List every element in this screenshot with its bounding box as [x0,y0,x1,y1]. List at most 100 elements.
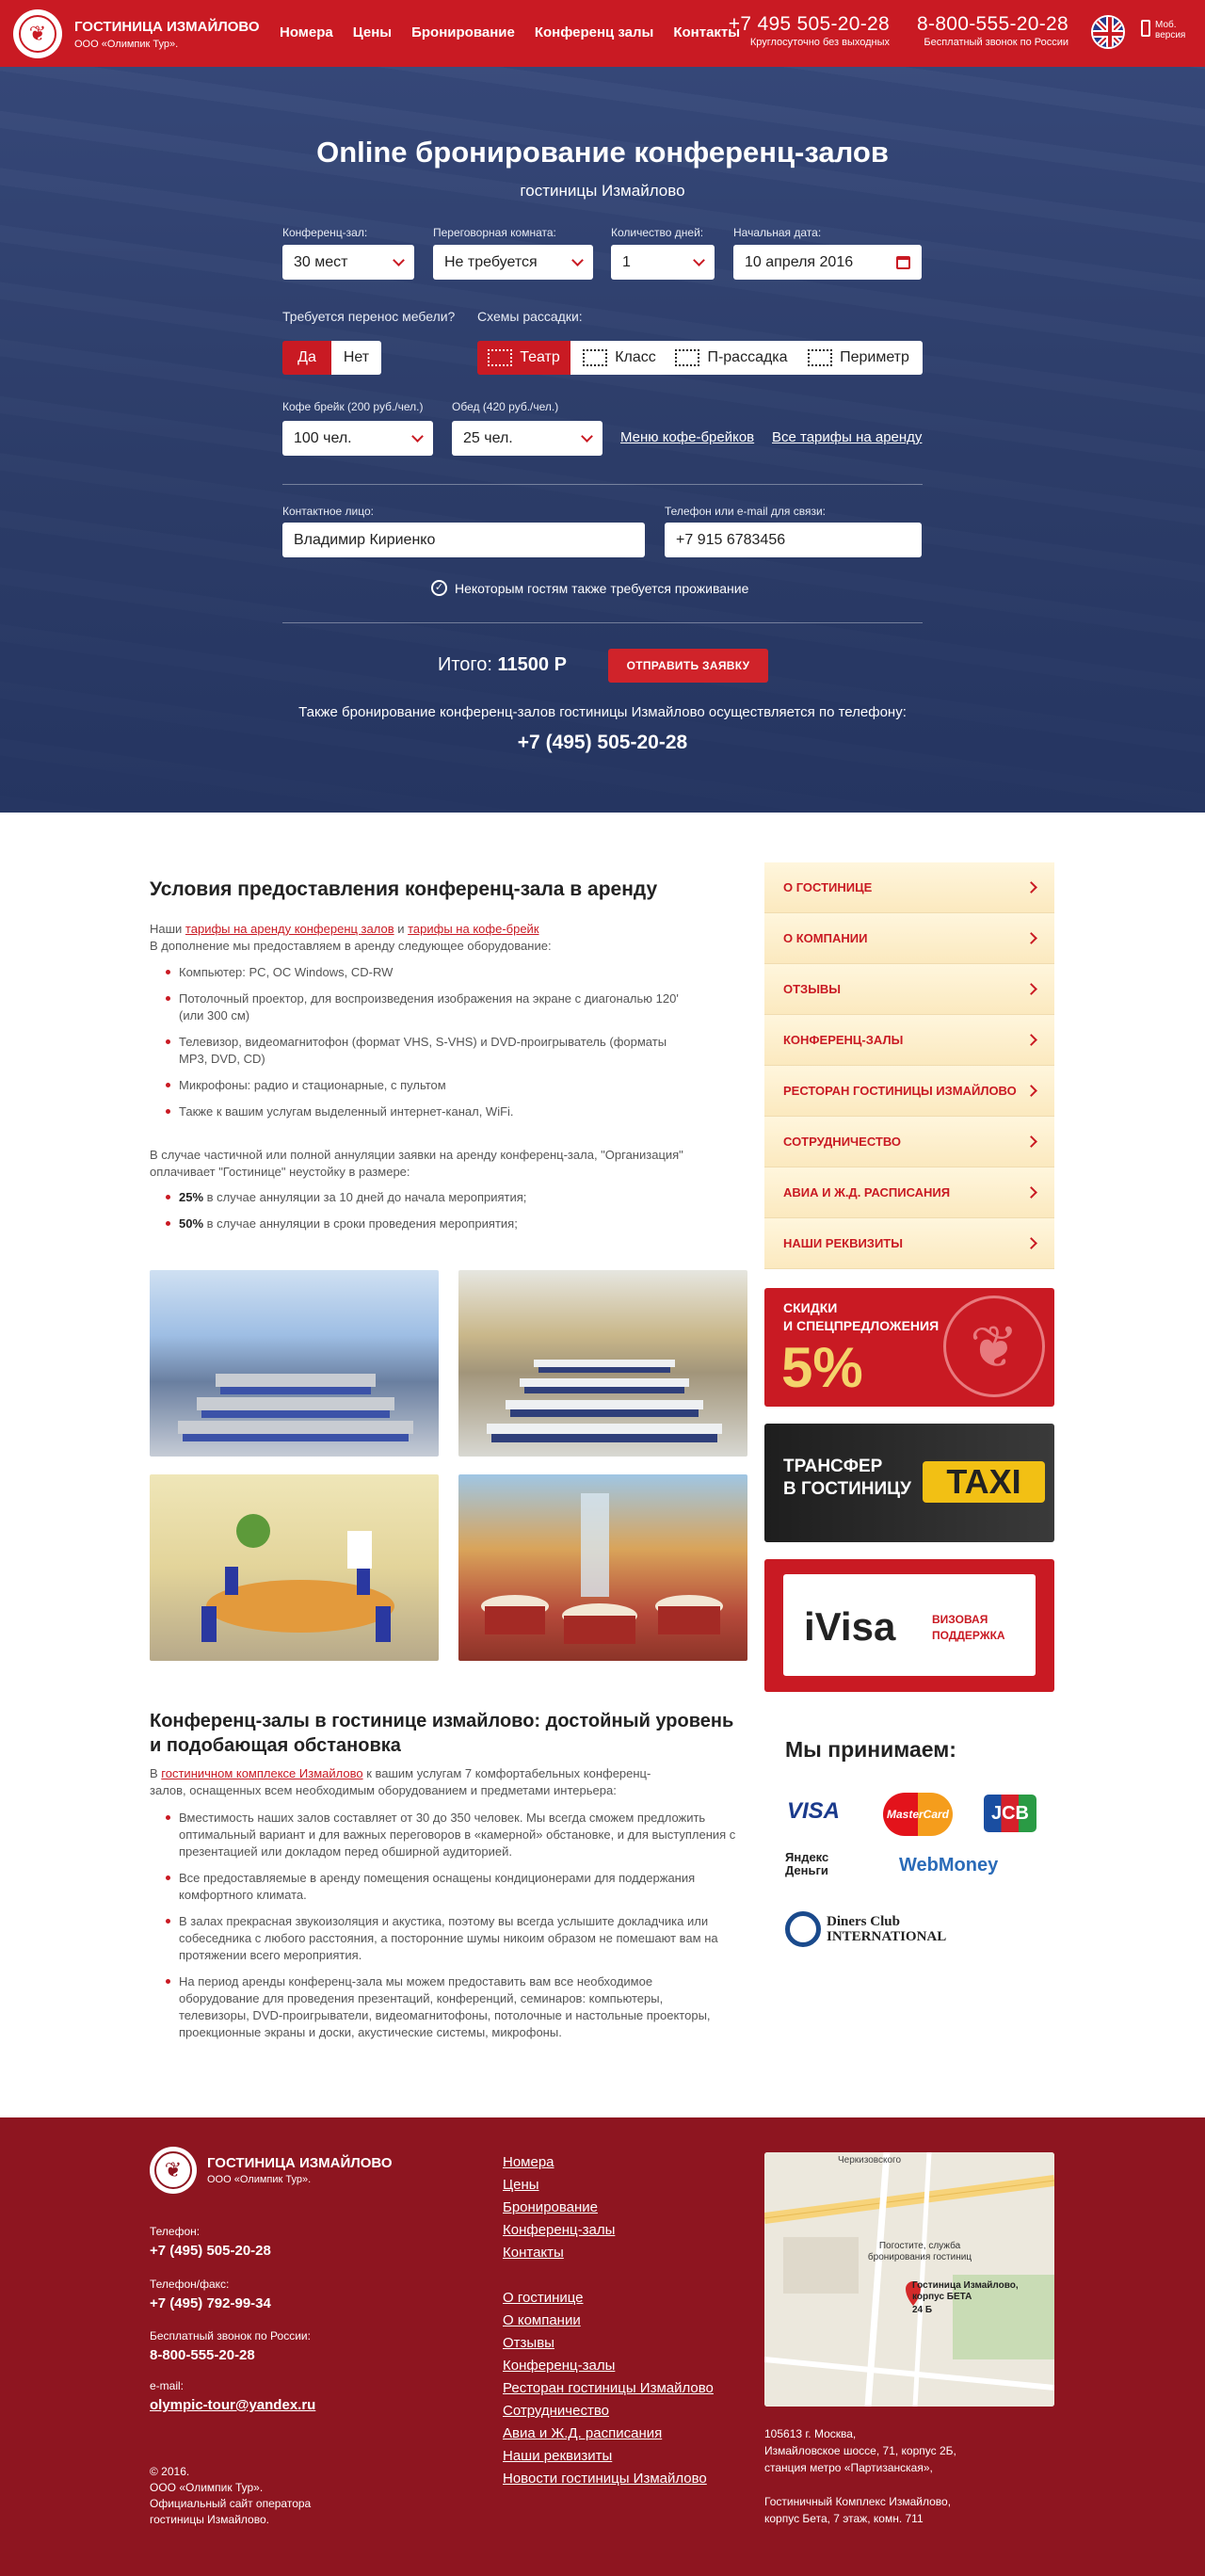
tariffs-rent-link[interactable]: тарифы на аренду конференц залов [185,922,394,936]
footer-link[interactable]: О компании [503,2310,714,2332]
sidebar-item-reviews[interactable]: ОТЗЫВЫ [764,964,1054,1015]
scheme-perimeter[interactable]: Периметр [795,341,923,375]
map-pin-number: 24 Б [912,2305,933,2315]
footer-link[interactable]: Наши реквизиты [503,2445,714,2468]
footer-link[interactable]: Отзывы [503,2332,714,2355]
free-value[interactable]: 8-800-555-20-28 [150,2347,255,2363]
coffee-select[interactable]: 100 чел. [282,421,433,456]
eagle-icon: ❦ [19,15,56,53]
photo-restaurant[interactable] [458,1474,747,1661]
coffee-menu-link[interactable]: Меню кофе-брейков [620,429,754,445]
discount-banner[interactable]: СКИДКИ И СПЕЦПРЕДЛОЖЕНИЯ 5% ❦ [764,1288,1054,1407]
free-label: Бесплатный звонок по России: [150,2329,311,2343]
footer-link[interactable]: Сотрудничество [503,2400,714,2423]
tariffs-coffee-link[interactable]: тарифы на кофе-брейк [408,922,538,936]
visa-logo: VISA [787,1798,841,1824]
transfer-banner[interactable]: ТРАНСФЕР В ГОСТИНИЦУ TAXI [764,1424,1054,1542]
payment-title: Мы принимаем: [785,1737,956,1762]
sidebar-item-schedules[interactable]: АВИА И Ж.Д. РАСПИСАНИЯ [764,1167,1054,1218]
scheme-u-shape[interactable]: П-рассадка [668,341,795,375]
hall-label: Конференц-зал: [282,226,368,239]
location-map[interactable]: Черкизовского Погостите, служба брониров… [764,2152,1054,2407]
tel-value[interactable]: +7 (495) 505-20-28 [150,2243,271,2259]
list-item: В залах прекрасная звукоизоляция и акуст… [162,1913,736,1964]
furniture-yes[interactable]: Да [282,341,331,375]
footer-logo[interactable]: ❦ [150,2147,197,2194]
list-item: 50% в случае аннуляции в сроки проведени… [162,1216,689,1232]
nav-rooms[interactable]: Номера [280,24,333,40]
phone-free[interactable]: 8-800-555-20-28 Бесплатный звонок по Росс… [904,13,1068,48]
furniture-no[interactable]: Нет [331,341,381,375]
conditions-intro: Наши тарифы на аренду конференц залов и … [150,922,552,953]
brand-subtitle: ООО «Олимпик Тур». [74,39,179,50]
map-label: Погостите, служба бронирования гостиниц [867,2241,972,2262]
phone-moscow[interactable]: +7 495 505-20-28 Круглосуточно без выходн… [725,13,890,48]
list-item: Микрофоны: радио и стационарные, с пульт… [162,1077,689,1094]
all-tariffs-link[interactable]: Все тарифы на аренду [772,429,922,445]
furniture-label: Требуется перенос мебели? [282,309,456,324]
room-select[interactable]: Не требуется [433,245,593,280]
phone-icon [1141,20,1150,37]
booking-form: Online бронирование конференц-залов гост… [0,67,1205,813]
date-input[interactable]: 10 апреля 2016 [733,245,922,280]
halls-title: Конференц-залы в гостинице измайлово: до… [150,1711,734,1756]
uk-flag-icon[interactable] [1091,15,1125,49]
fax-value[interactable]: +7 (495) 792-99-34 [150,2295,271,2311]
furniture-toggle: Да Нет [282,341,381,375]
footer-link[interactable]: Авиа и Ж.Д. расписания [503,2423,714,2445]
list-item: Вместимость наших залов составляет от 30… [162,1810,736,1860]
footer-link[interactable]: Конференц-залы [503,2355,714,2377]
logo[interactable]: ❦ [13,9,62,58]
nav-prices[interactable]: Цены [353,24,392,40]
sidebar-item-hotel[interactable]: О ГОСТИНИЦЕ [764,862,1054,913]
list-item: Все предоставляемые в аренду помещения о… [162,1870,736,1904]
footer-link[interactable]: Конференц-залы [503,2219,615,2242]
footer-link[interactable]: Бронирование [503,2197,615,2219]
mastercard-logo: MasterCard [883,1793,953,1836]
sidebar-item-conference[interactable]: КОНФЕРЕНЦ-ЗАЛЫ [764,1015,1054,1066]
eagle-icon: ❦ [943,1296,1045,1397]
photo-hall-2[interactable] [458,1270,747,1457]
photo-hall-3[interactable] [150,1474,439,1661]
nav-booking[interactable]: Бронирование [411,24,515,40]
map-pin-label: Гостиница Измайлово, корпус БЕТА [912,2280,1019,2302]
footer-link[interactable]: Контакты [503,2242,615,2264]
total: Итого: 11500 Р [438,654,567,675]
sidebar-item-company[interactable]: О КОМПАНИИ [764,913,1054,964]
phone-input[interactable]: +7 915 6783456 [665,523,922,557]
seating-schemes: Театр Класс П-рассадка Периметр [477,341,923,375]
penalty-list: 25% в случае аннуляции за 10 дней до нач… [162,1189,689,1232]
sidebar-item-cooperation[interactable]: СОТРУДНИЧЕСТВО [764,1117,1054,1167]
accommodation-checkbox[interactable]: ✓ Некоторым гостям также требуется прожи… [431,580,748,596]
contact-input[interactable]: Владимир Кириенко [282,523,645,557]
list-item: Потолочный проектор, для воспроизведения… [162,990,689,1024]
scheme-class[interactable]: Класс [570,341,668,375]
footer-link[interactable]: Новости гостиницы Измайлово [503,2468,714,2490]
footer-link[interactable]: Ресторан гостиницы Измайлово [503,2377,714,2400]
nav-conference[interactable]: Конференц залы [535,24,654,40]
sidebar-item-restaurant[interactable]: РЕСТОРАН ГОСТИНИЦЫ ИЗМАЙЛОВО [764,1066,1054,1117]
list-item: Телевизор, видеомагнитофон (формат VHS, … [162,1034,689,1068]
calendar-icon [896,255,910,269]
footer-link[interactable]: Номера [503,2151,615,2174]
hall-select[interactable]: 30 мест [282,245,414,280]
sidebar-menu: О ГОСТИНИЦЕ О КОМПАНИИ ОТЗЫВЫ КОНФЕРЕНЦ-… [764,862,1054,1269]
days-select[interactable]: 1 [611,245,715,280]
photo-hall-1[interactable] [150,1270,439,1457]
complex-link[interactable]: гостиничном комплексе Измайлово [161,1766,362,1780]
sidebar-item-requisites[interactable]: НАШИ РЕКВИЗИТЫ [764,1218,1054,1269]
halls-list: Вместимость наших залов составляет от 30… [162,1810,736,2041]
footer-brand: ГОСТИНИЦА ИЗМАЙЛОВО [207,2155,393,2171]
scheme-theater[interactable]: Театр [477,341,570,375]
send-request-button[interactable]: ОТПРАВИТЬ ЗАЯВКУ [608,649,768,683]
chevron-down-icon [693,253,705,266]
lunch-select[interactable]: 25 чел. [452,421,602,456]
footer-link[interactable]: Цены [503,2174,615,2197]
check-icon: ✓ [431,580,447,596]
footer-link[interactable]: О гостинице [503,2287,714,2310]
mobile-version-link[interactable]: Моб. версия [1141,20,1193,40]
form-title: Online бронирование конференц-залов [316,136,889,169]
visa-banner[interactable]: iVisa ВИЗОВАЯ ПОДДЕРЖКА [764,1559,1054,1692]
phone-big[interactable]: +7 (495) 505-20-28 [0,732,1205,754]
email-link[interactable]: olympic-tour@yandex.ru [150,2397,315,2413]
